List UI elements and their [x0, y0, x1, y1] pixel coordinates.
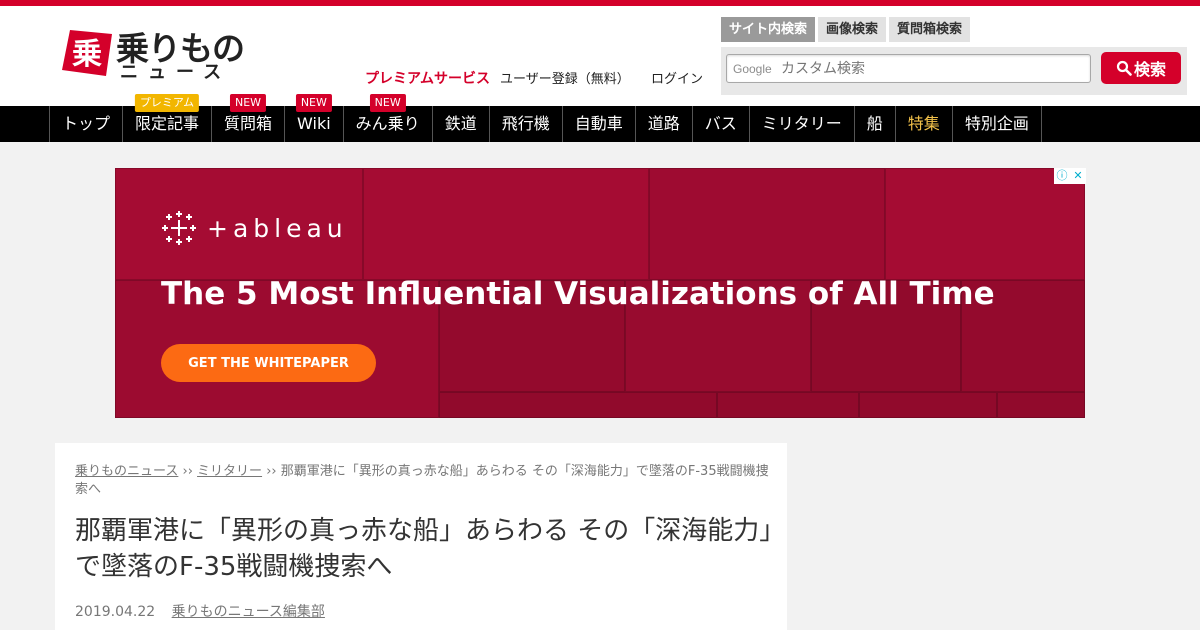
breadcrumb-separator: ›› [182, 464, 193, 479]
site-header: 乗 乗りもの ニュース プレミアムサービス ユーザー登録（無料） ログイン サイ… [0, 6, 1200, 106]
user-register-link[interactable]: ユーザー登録（無料） [500, 68, 630, 87]
logo-subtext: ニュース [120, 62, 232, 83]
nav-item-question-box[interactable]: NEW 質問箱 [211, 94, 284, 142]
new-badge: NEW [295, 94, 332, 112]
nav-label: 自動車 [574, 114, 623, 133]
nav-label: 質問箱 [224, 114, 273, 133]
search-button[interactable]: 検索 [1101, 52, 1181, 84]
article-author[interactable]: 乗りものニュース編集部 [172, 604, 325, 620]
nav-label: 船 [866, 114, 883, 133]
nav-label: みん乗り [355, 114, 420, 133]
premium-badge: プレミアム [134, 94, 200, 112]
tableau-logo-icon [162, 211, 196, 245]
google-label: Google [733, 62, 772, 76]
search-icon [1116, 60, 1132, 76]
premium-service-link[interactable]: プレミアムサービス [365, 68, 490, 88]
search-box[interactable]: Google [726, 54, 1091, 83]
breadcrumb-home[interactable]: 乗りものニュース [75, 464, 178, 479]
ad-brand: +ableau [207, 213, 348, 243]
article-title: 那覇軍港に「異形の真っ赤な船」あらわる その「深海能力」で墜落のF-35戦闘機捜… [75, 516, 773, 582]
breadcrumb-current: 那覇軍港に「異形の真っ赤な船」あらわる その「深海能力」で墜落のF-35戦闘機捜… [75, 464, 769, 497]
ad-headline: The 5 Most Influential Visualizations of… [161, 276, 995, 312]
ad-controls: ⓘ ✕ [1054, 168, 1086, 184]
breadcrumb-category[interactable]: ミリタリー [197, 464, 262, 479]
ad-tile [717, 392, 859, 418]
nav-label: トップ [62, 114, 111, 133]
new-badge: NEW [230, 94, 267, 112]
ad-tile [439, 392, 717, 418]
nav-label: 特集 [907, 114, 940, 133]
nav-label: 道路 [647, 114, 680, 133]
search-button-label: 検索 [1133, 60, 1166, 79]
nav-item-railway[interactable]: 鉄道 [431, 106, 489, 142]
login-link[interactable]: ログイン [651, 68, 703, 87]
article-date: 2019.04.22 [75, 604, 156, 620]
main-nav: トップ プレミアム 限定記事 NEW 質問箱 NEW Wiki NEW みん乗り… [0, 94, 1200, 142]
nav-label: 飛行機 [501, 114, 550, 133]
logo-mark-icon: 乗 [60, 28, 114, 78]
nav-label: Wiki [297, 114, 331, 133]
svg-text:乗: 乗 [72, 37, 102, 72]
ad-cta-button[interactable]: GET THE WHITEPAPER [161, 344, 376, 382]
nav-label: バス [704, 114, 737, 133]
search-input[interactable] [781, 58, 1081, 79]
nav-label: ミリタリー [761, 114, 842, 133]
article-meta: 2019.04.22 乗りものニュース編集部 [75, 601, 325, 621]
ad-tile [649, 168, 885, 280]
search-tabs: サイト内検索 画像検索 質問箱検索 [721, 17, 971, 42]
ad-tile [363, 168, 649, 280]
tab-site-search[interactable]: サイト内検索 [721, 17, 816, 42]
search-panel: Google 検索 [721, 47, 1187, 95]
ad-banner[interactable]: +ableau The 5 Most Influential Visualiza… [115, 168, 1085, 418]
ad-tile [997, 392, 1085, 418]
nav-item-top[interactable]: トップ [49, 106, 122, 142]
ad-close-icon[interactable]: ✕ [1070, 168, 1086, 184]
tab-question-search[interactable]: 質問箱検索 [889, 17, 971, 42]
nav-item-limited[interactable]: プレミアム 限定記事 [122, 94, 211, 142]
article-card: 乗りものニュース ›› ミリタリー ›› 那覇軍港に「異形の真っ赤な船」あらわる… [55, 443, 787, 630]
nav-item-special[interactable]: 特別企画 [951, 106, 1042, 142]
site-logo[interactable]: 乗 乗りもの ニュース [60, 24, 245, 86]
nav-item-airplane[interactable]: 飛行機 [488, 106, 562, 142]
nav-label: 鉄道 [444, 114, 477, 133]
ad-tile [885, 168, 1085, 280]
ad-info-icon[interactable]: ⓘ [1054, 168, 1070, 184]
nav-item-car[interactable]: 自動車 [561, 106, 635, 142]
new-badge: NEW [369, 94, 406, 112]
nav-item-military[interactable]: ミリタリー [748, 106, 854, 142]
tab-image-search[interactable]: 画像検索 [818, 17, 887, 42]
nav-item-bus[interactable]: バス [691, 106, 749, 142]
nav-item-minnori[interactable]: NEW みん乗り [342, 94, 432, 142]
nav-item-feature[interactable]: 特集 [894, 106, 952, 142]
nav-item-ship[interactable]: 船 [853, 106, 895, 142]
nav-item-road[interactable]: 道路 [634, 106, 692, 142]
breadcrumb-separator: ›› [266, 464, 277, 479]
breadcrumb: 乗りものニュース ›› ミリタリー ›› 那覇軍港に「異形の真っ赤な船」あらわる… [75, 463, 775, 499]
nav-label: 限定記事 [135, 114, 200, 133]
ad-logo: +ableau [161, 210, 348, 246]
nav-item-wiki[interactable]: NEW Wiki [284, 94, 343, 142]
ad-tile [859, 392, 997, 418]
nav-label: 特別企画 [964, 114, 1029, 133]
